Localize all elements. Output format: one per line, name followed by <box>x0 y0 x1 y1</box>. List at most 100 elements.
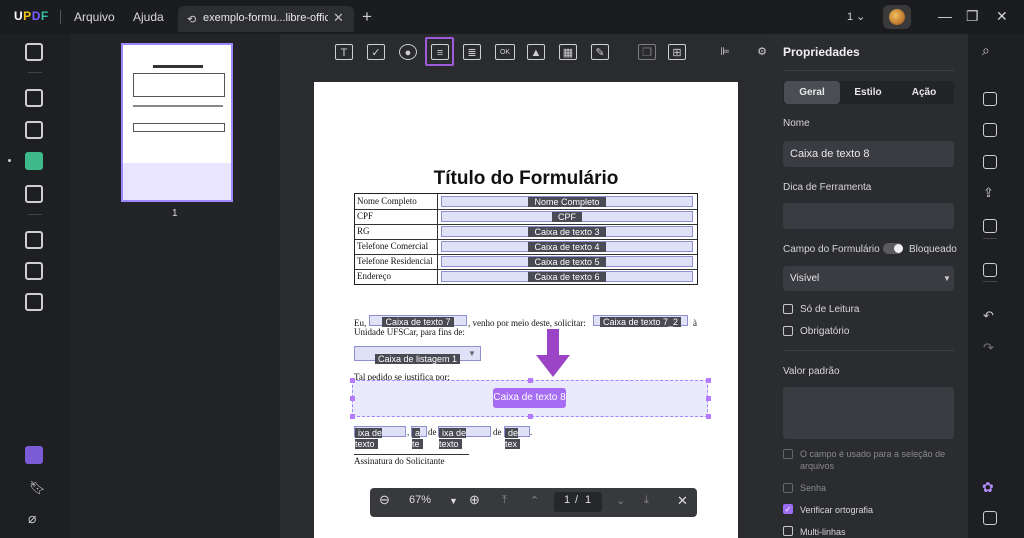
reader-icon[interactable] <box>25 43 43 61</box>
tab-geral[interactable]: Geral <box>784 81 840 104</box>
image-tool-icon[interactable]: ▲ <box>527 44 545 60</box>
password-checkbox[interactable] <box>783 483 793 493</box>
resize-handle[interactable] <box>350 396 355 401</box>
protect-icon[interactable] <box>25 293 43 311</box>
document-title: Título do Formulário <box>433 168 619 189</box>
date-separator: , <box>407 427 410 437</box>
tab-acao[interactable]: Ação <box>896 81 952 104</box>
required-label: Obrigatório <box>800 326 850 337</box>
duplicate-icon[interactable]: ❐ <box>638 44 656 60</box>
dropdown-tool-icon[interactable]: ≣ <box>463 44 481 60</box>
date-field-month[interactable]: ixa de texto <box>438 426 491 449</box>
link-icon: ⟲ <box>187 14 197 26</box>
required-checkbox[interactable] <box>783 326 793 336</box>
file-select-checkbox[interactable] <box>783 449 793 459</box>
button-tool-icon[interactable]: OK <box>495 44 515 60</box>
spellcheck-checkbox[interactable]: ✓ <box>783 504 793 514</box>
next-page-icon[interactable]: ⌄ <box>616 494 625 507</box>
date-field-day[interactable]: ixa de texto <box>354 426 406 449</box>
text-field-7-2[interactable]: Caixa de texto 7_2 <box>593 315 688 327</box>
bookmark-icon[interactable]: 🔖︎ <box>29 480 46 496</box>
list-box-tool-icon[interactable]: ≡ <box>431 44 449 60</box>
text-field[interactable]: Caixa de texto 4 <box>441 241 693 252</box>
tooltip-input[interactable] <box>783 203 954 229</box>
form-table: Nome Completo Nome Completo CPF CPF RG C… <box>354 193 698 285</box>
readonly-label: Só de Leitura <box>800 304 860 315</box>
align-icon[interactable]: ⊫ <box>716 44 734 60</box>
avatar-image <box>889 9 905 25</box>
save-icon[interactable] <box>983 263 997 277</box>
radio-tool-icon[interactable]: ● <box>399 44 417 60</box>
edit-pdf-icon[interactable] <box>25 121 43 139</box>
tab-estilo[interactable]: Estilo <box>840 81 896 104</box>
date-de: de <box>428 427 437 437</box>
zoom-dropdown-icon[interactable]: ▼ <box>449 496 458 506</box>
resize-handle[interactable] <box>350 414 355 419</box>
para-mid: , venho por meio deste, solicitar: <box>468 318 586 328</box>
compress-icon[interactable] <box>983 155 997 169</box>
prepare-form-icon[interactable] <box>25 152 43 170</box>
crop-icon[interactable] <box>25 262 43 280</box>
zoom-level[interactable]: 67% <box>409 494 431 506</box>
minimize-icon[interactable]: — <box>938 8 952 24</box>
email-icon[interactable] <box>983 219 997 233</box>
text-field[interactable]: Caixa de texto 3 <box>441 226 693 237</box>
fill-sign-icon[interactable] <box>25 185 43 203</box>
date-field-year[interactable]: de tex <box>504 426 530 449</box>
list-box-1[interactable]: Caixa de listagem 1 ▼ <box>354 346 481 364</box>
field-name: ixa de texto <box>439 428 467 449</box>
text-field-tool-icon[interactable]: T <box>335 44 353 60</box>
date-field-b[interactable]: a te <box>411 426 427 449</box>
divider <box>983 281 997 282</box>
comment-panel-icon[interactable] <box>983 511 997 525</box>
field-name: CPF <box>552 212 582 222</box>
resize-handle[interactable] <box>706 378 711 383</box>
resize-handle[interactable] <box>350 378 355 383</box>
menu-arquivo[interactable]: Arquivo <box>74 10 115 24</box>
text-field[interactable]: Caixa de texto 5 <box>441 256 693 267</box>
attachment-icon[interactable]: ⌀ <box>28 510 36 527</box>
layers-icon[interactable] <box>25 446 43 464</box>
zoom-in-icon[interactable]: ⊕ <box>469 492 480 508</box>
close-window-icon[interactable]: ✕ <box>996 8 1008 25</box>
search-icon[interactable]: ⌕ <box>982 42 990 59</box>
multiline-checkbox[interactable] <box>783 526 793 536</box>
window-dropdown[interactable]: 1 ⌄ <box>847 10 865 23</box>
convert-icon[interactable] <box>983 123 997 137</box>
default-value-input[interactable] <box>783 387 954 439</box>
menu-ajuda[interactable]: Ajuda <box>133 10 164 24</box>
text-field[interactable]: Caixa de texto 6 <box>441 271 693 282</box>
text-field-7[interactable]: Caixa de texto 7 <box>369 315 467 327</box>
field-name: Caixa de texto 5 <box>528 257 606 267</box>
share-icon[interactable]: ⇪ <box>983 185 994 201</box>
prev-page-icon[interactable]: ⌃ <box>530 494 539 507</box>
row-label: Endereço <box>357 271 391 281</box>
redo-icon[interactable]: ↷ <box>983 340 994 356</box>
restore-icon[interactable]: ❐ <box>966 8 979 25</box>
resize-handle[interactable] <box>528 414 533 419</box>
undo-icon[interactable]: ↶ <box>983 308 994 324</box>
readonly-checkbox[interactable] <box>783 304 793 314</box>
resize-handle[interactable] <box>706 396 711 401</box>
resize-handle[interactable] <box>706 414 711 419</box>
tab-close-icon[interactable]: ✕ <box>333 10 344 26</box>
tab-title: exemplo-formu...libre-office* <box>203 12 328 24</box>
comment-icon[interactable] <box>25 89 43 107</box>
signature-tool-icon[interactable]: ✎ <box>591 44 609 60</box>
organize-pages-icon[interactable] <box>25 231 43 249</box>
ai-assistant-icon[interactable]: ✿ <box>982 479 994 496</box>
ocr-icon[interactable] <box>983 92 997 106</box>
resize-handle[interactable] <box>528 378 533 383</box>
zoom-out-icon[interactable]: ⊖ <box>379 492 390 508</box>
text-field[interactable]: Nome Completo <box>441 196 693 207</box>
text-field[interactable]: CPF <box>441 211 693 222</box>
last-page-icon[interactable]: ⤓ <box>644 494 649 507</box>
settings-tool-icon[interactable]: ⚙ <box>753 44 771 60</box>
para-unidade: Unidade UFSCar, para fins de: <box>354 327 465 337</box>
first-page-icon[interactable]: ⤒ <box>502 494 507 507</box>
new-tab-icon[interactable]: + <box>362 7 372 27</box>
checkbox-tool-icon[interactable]: ✓ <box>367 44 385 60</box>
grid-icon[interactable]: ⊞ <box>668 44 686 60</box>
close-toolbar-icon[interactable]: ✕ <box>677 493 688 509</box>
date-tool-icon[interactable]: ▦ <box>559 44 577 60</box>
